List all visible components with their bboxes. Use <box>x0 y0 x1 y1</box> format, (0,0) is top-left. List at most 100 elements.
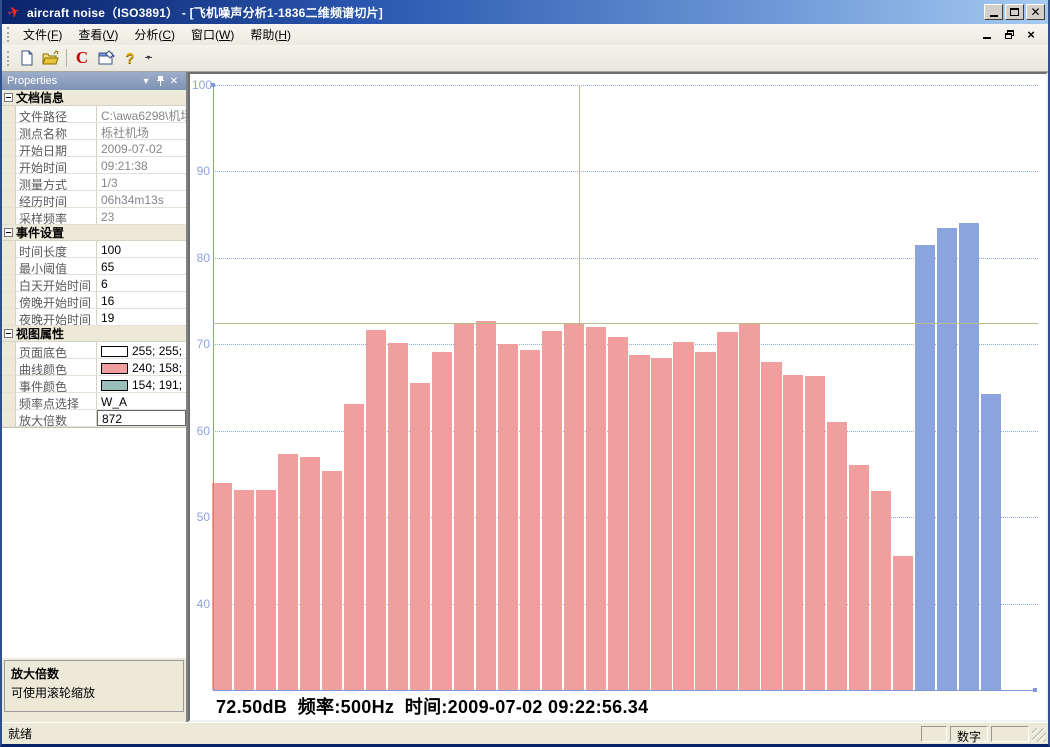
new-file-icon <box>19 50 35 66</box>
new-file-button[interactable] <box>15 47 39 69</box>
property-value[interactable]: 255; 255; 25 <box>97 342 186 358</box>
y-tick-label: 60 <box>192 424 210 438</box>
property-row: 傍晚开始时间16 <box>2 292 186 309</box>
minimize-button[interactable] <box>984 4 1003 20</box>
spectrum-bar <box>300 457 320 690</box>
properties-button[interactable] <box>94 47 118 69</box>
menu-item-文件[interactable]: 文件(F) <box>15 24 70 46</box>
property-label: 频率点选择 <box>16 393 97 409</box>
property-value[interactable]: 06h34m13s <box>97 191 186 207</box>
property-value[interactable]: 240; 158; 15 <box>97 359 186 375</box>
y-tick-label: 40 <box>192 597 210 611</box>
property-row-indent <box>2 106 16 122</box>
mdi-close-button[interactable]: × <box>1024 29 1038 41</box>
help-button[interactable]: ? <box>118 47 142 69</box>
property-value[interactable]: 栎社机场 <box>97 123 186 139</box>
y-tick-label: 90 <box>192 164 210 178</box>
event-bar <box>959 223 979 690</box>
property-value[interactable]: 100 <box>97 241 186 257</box>
property-value[interactable]: 23 <box>97 208 186 224</box>
question-mark-icon: ? <box>125 50 134 67</box>
panel-menu-button[interactable]: ▾ <box>139 74 153 88</box>
spectrum-chart-frame: 72.50dB 频率:500Hz 时间:2009-07-02 09:22:56.… <box>188 72 1048 722</box>
event-bar <box>937 228 957 690</box>
status-bar: 就绪 数字 <box>2 722 1048 744</box>
mdi-minimize-icon <box>983 37 991 39</box>
spectrum-bar <box>849 465 869 690</box>
spectrum-bar <box>388 343 408 690</box>
spectrum-chart-canvas[interactable]: 72.50dB 频率:500Hz 时间:2009-07-02 09:22:56.… <box>190 74 1046 720</box>
spectrum-bar <box>564 323 584 690</box>
color-swatch[interactable] <box>101 363 128 374</box>
property-label: 时间长度 <box>16 241 97 257</box>
status-pane-1 <box>921 726 947 742</box>
spectrum-bar <box>717 332 737 690</box>
toolbar-overflow-button[interactable]: ▾ <box>142 47 155 69</box>
property-label: 页面底色 <box>16 342 97 358</box>
property-value[interactable]: W_A <box>97 393 186 409</box>
property-value[interactable]: 6 <box>97 275 186 291</box>
panel-close-button[interactable]: ✕ <box>167 74 181 88</box>
property-label: 经历时间 <box>16 191 97 207</box>
property-row-indent <box>2 309 16 325</box>
property-row-indent <box>2 376 16 392</box>
open-folder-icon <box>42 50 60 66</box>
panel-pin-button[interactable] <box>153 74 167 88</box>
toolbar-grip[interactable] <box>7 51 12 66</box>
menu-item-查看[interactable]: 查看(V) <box>70 24 126 46</box>
category-title: 视图属性 <box>16 325 64 342</box>
collapse-icon[interactable] <box>4 93 13 102</box>
property-value[interactable]: C:\awa6298\机场 <box>97 106 186 122</box>
collapse-icon[interactable] <box>4 228 13 237</box>
property-value[interactable]: 154; 191; 18 <box>97 376 186 392</box>
property-value[interactable]: 65 <box>97 258 186 274</box>
analyze-button[interactable]: C <box>70 47 94 69</box>
property-label: 放大倍数 <box>16 410 97 426</box>
property-row: 开始日期2009-07-02 <box>2 140 186 157</box>
minimize-icon <box>990 15 998 17</box>
property-row-indent <box>2 275 16 291</box>
color-swatch[interactable] <box>101 346 128 357</box>
color-swatch[interactable] <box>101 380 128 391</box>
spectrum-bar <box>410 383 430 690</box>
spectrum-bar <box>695 352 715 690</box>
mdi-restore-button[interactable] <box>1002 29 1016 41</box>
property-value[interactable]: 19 <box>97 309 186 325</box>
property-row: 测点名称栎社机场 <box>2 123 186 140</box>
property-value[interactable]: 09:21:38 <box>97 157 186 173</box>
property-value[interactable]: 1/3 <box>97 174 186 190</box>
collapse-icon[interactable] <box>4 329 13 338</box>
property-value[interactable]: 2009-07-02 <box>97 140 186 156</box>
mdi-minimize-button[interactable] <box>980 29 994 41</box>
spectrum-bar <box>783 375 803 691</box>
property-label: 开始日期 <box>16 140 97 156</box>
category-row[interactable]: 文档信息 <box>2 90 186 106</box>
x-axis-line <box>213 690 1035 691</box>
menu-item-帮助[interactable]: 帮助(H) <box>242 24 299 46</box>
window-title: aircraft noise（ISO3891） - [飞机噪声分析1-1836二… <box>27 4 984 21</box>
property-row-indent <box>2 140 16 156</box>
y-tick-label: 100 <box>192 78 210 92</box>
spectrum-bar <box>629 355 649 690</box>
spectrum-bar <box>651 358 671 690</box>
property-row: 夜晚开始时间19 <box>2 309 186 326</box>
resize-grip-icon[interactable] <box>1032 728 1046 742</box>
property-row-indent <box>2 208 16 224</box>
property-description-title: 放大倍数 <box>11 665 177 682</box>
category-row[interactable]: 事件设置 <box>2 225 186 241</box>
menubar-grip[interactable] <box>7 27 12 42</box>
property-label: 白天开始时间 <box>16 275 97 291</box>
spectrum-bar <box>586 327 606 690</box>
menu-bar: 文件(F)查看(V)分析(C)窗口(W)帮助(H) × <box>2 24 1048 45</box>
properties-panel-title: Properties <box>7 75 139 87</box>
menu-item-窗口[interactable]: 窗口(W) <box>183 24 242 46</box>
open-file-button[interactable] <box>39 47 63 69</box>
menu-item-分析[interactable]: 分析(C) <box>126 24 183 46</box>
maximize-button[interactable] <box>1005 4 1024 20</box>
panel-empty-area <box>2 428 186 658</box>
property-value[interactable]: 872 <box>97 410 186 426</box>
close-button[interactable]: ✕ <box>1026 4 1045 20</box>
x-axis-end-marker <box>1033 688 1037 692</box>
category-row[interactable]: 视图属性 <box>2 326 186 342</box>
property-value[interactable]: 16 <box>97 292 186 308</box>
